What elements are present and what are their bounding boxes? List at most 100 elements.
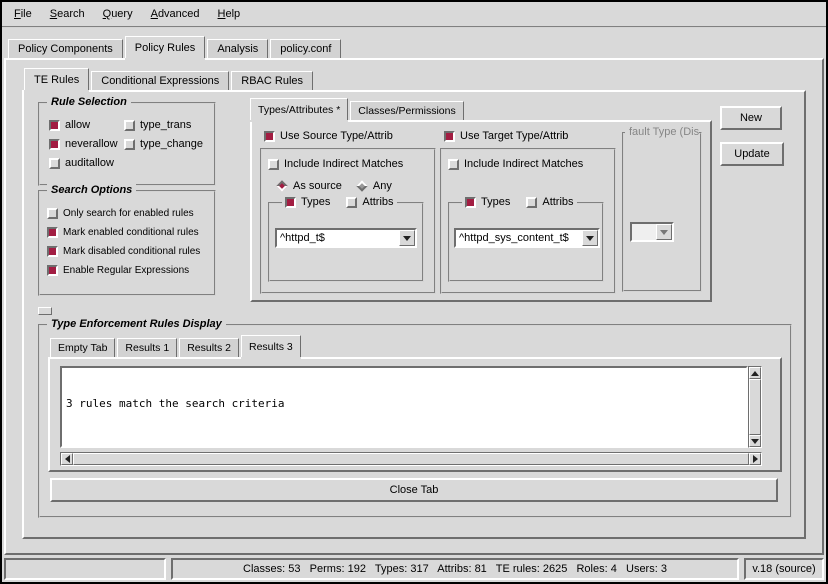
results-summary: 3 rules match the search criteria bbox=[66, 397, 742, 411]
radio-icon bbox=[346, 197, 357, 208]
tab-results-3[interactable]: Results 3 bbox=[241, 335, 301, 357]
search-options-title: Search Options bbox=[47, 184, 136, 196]
close-tab-button[interactable]: Close Tab bbox=[50, 478, 778, 502]
checkbox-icon bbox=[444, 131, 455, 142]
tab-policy-conf[interactable]: policy.conf bbox=[270, 39, 341, 58]
chevron-down-icon bbox=[660, 230, 668, 235]
checkbox-include-indirect-source[interactable]: Include Indirect Matches bbox=[268, 158, 403, 170]
checkbox-icon bbox=[448, 159, 459, 170]
main-tab-bar: Policy Components Policy Rules Analysis … bbox=[8, 39, 343, 58]
checkbox-label: auditallow bbox=[65, 157, 114, 169]
vertical-scrollbar-thumb[interactable] bbox=[749, 379, 761, 435]
menu-advanced[interactable]: Advanced bbox=[151, 8, 200, 20]
checkbox-icon bbox=[124, 120, 135, 131]
dropdown-arrow-button[interactable] bbox=[582, 230, 598, 246]
radio-attribs-target[interactable]: Attribs bbox=[526, 196, 573, 208]
checkbox-use-source-type[interactable]: Use Source Type/Attrib bbox=[264, 130, 393, 142]
rules-tab-bar: TE Rules Conditional Expressions RBAC Ru… bbox=[24, 71, 315, 90]
update-button[interactable]: Update bbox=[720, 142, 784, 166]
results-horizontal-scrollbar[interactable] bbox=[60, 452, 762, 466]
scroll-right-button[interactable] bbox=[749, 453, 761, 465]
tab-rbac-rules[interactable]: RBAC Rules bbox=[231, 71, 313, 90]
tab-types-attributes[interactable]: Types/Attributes * bbox=[250, 98, 348, 120]
policy-rules-page: TE Rules Conditional Expressions RBAC Ru… bbox=[4, 58, 824, 555]
tab-results-1[interactable]: Results 1 bbox=[117, 338, 177, 357]
checkbox-icon bbox=[49, 139, 60, 150]
tab-policy-components[interactable]: Policy Components bbox=[8, 39, 123, 58]
checkbox-icon bbox=[264, 131, 275, 142]
checkbox-only-enabled-rules[interactable]: Only search for enabled rules bbox=[47, 208, 200, 219]
radio-types-target[interactable]: Types bbox=[465, 196, 510, 208]
checkbox-icon bbox=[47, 208, 58, 219]
results-group-title: Type Enforcement Rules Display bbox=[47, 318, 226, 330]
new-button[interactable]: New bbox=[720, 106, 782, 130]
checkbox-icon bbox=[47, 265, 58, 276]
status-bar: Classes: 53 Perms: 192 Types: 317 Attrib… bbox=[4, 558, 824, 580]
default-type-title: fault Type (Disa bbox=[625, 126, 699, 138]
tab-classes-permissions[interactable]: Classes/Permissions bbox=[350, 101, 463, 120]
menu-file[interactable]: File bbox=[14, 8, 32, 20]
results-vertical-scrollbar[interactable] bbox=[748, 366, 762, 448]
checkbox-label: Use Target Type/Attrib bbox=[460, 130, 568, 142]
results-text[interactable]: 3 rules match the search criteria (5822)… bbox=[60, 366, 748, 448]
sash-handle[interactable] bbox=[38, 307, 52, 315]
menu-search[interactable]: Search bbox=[50, 8, 85, 20]
checkbox-label: type_change bbox=[140, 138, 203, 150]
tab-analysis[interactable]: Analysis bbox=[207, 39, 268, 58]
search-options-list: Only search for enabled rules Mark enabl… bbox=[47, 208, 200, 276]
checkbox-label: Enable Regular Expressions bbox=[63, 265, 189, 276]
menu-help[interactable]: Help bbox=[218, 8, 241, 20]
radio-types-source[interactable]: Types bbox=[285, 196, 330, 208]
tab-policy-rules[interactable]: Policy Rules bbox=[125, 36, 206, 58]
checkbox-neverallow[interactable]: neverallow bbox=[49, 138, 118, 150]
horizontal-scrollbar-thumb[interactable] bbox=[73, 453, 749, 465]
checkbox-label: Mark disabled conditional rules bbox=[63, 246, 200, 257]
target-type-combobox[interactable]: ^httpd_sys_content_t$ bbox=[454, 228, 600, 248]
source-type-combobox[interactable]: ^httpd_t$ bbox=[275, 228, 417, 248]
radio-label: Attribs bbox=[542, 196, 573, 208]
chevron-down-icon bbox=[403, 236, 411, 241]
checkbox-mark-disabled-conditional[interactable]: Mark disabled conditional rules bbox=[47, 246, 200, 257]
radio-icon bbox=[356, 180, 367, 191]
combobox-value: ^httpd_sys_content_t$ bbox=[456, 230, 582, 246]
checkbox-allow[interactable]: allow bbox=[49, 119, 118, 131]
rule-selection-col1: allow neverallow auditallow bbox=[49, 119, 118, 169]
target-types-attribs-group: Types Attribs ^httpd_sys_content_t$ bbox=[448, 202, 604, 282]
menu-query[interactable]: Query bbox=[103, 8, 133, 20]
checkbox-auditallow[interactable]: auditallow bbox=[49, 157, 118, 169]
tab-empty[interactable]: Empty Tab bbox=[50, 338, 115, 357]
radio-label: Any bbox=[373, 180, 392, 192]
scroll-up-button[interactable] bbox=[749, 367, 761, 379]
tab-conditional-expressions[interactable]: Conditional Expressions bbox=[91, 71, 229, 90]
tab-te-rules[interactable]: TE Rules bbox=[24, 68, 89, 90]
checkbox-use-target-type[interactable]: Use Target Type/Attrib bbox=[444, 130, 568, 142]
radio-attribs-source[interactable]: Attribs bbox=[346, 196, 393, 208]
checkbox-icon bbox=[47, 246, 58, 257]
dropdown-arrow-button[interactable] bbox=[399, 230, 415, 246]
radio-any[interactable]: Any bbox=[356, 180, 392, 192]
combobox-value bbox=[632, 224, 656, 240]
checkbox-label: Mark enabled conditional rules bbox=[63, 227, 199, 238]
checkbox-include-indirect-target[interactable]: Include Indirect Matches bbox=[448, 158, 583, 170]
target-types-attribs-radios: Types Attribs bbox=[462, 196, 577, 208]
criteria-tab-bar: Types/Attributes * Classes/Permissions bbox=[250, 101, 466, 120]
scroll-left-button[interactable] bbox=[61, 453, 73, 465]
radio-label: As source bbox=[293, 180, 342, 192]
checkbox-mark-enabled-conditional[interactable]: Mark enabled conditional rules bbox=[47, 227, 200, 238]
checkbox-label: Use Source Type/Attrib bbox=[280, 130, 393, 142]
arrow-left-icon bbox=[65, 455, 70, 463]
checkbox-label: Include Indirect Matches bbox=[284, 158, 403, 170]
rule-selection-title: Rule Selection bbox=[47, 96, 131, 108]
radio-label: Types bbox=[301, 196, 330, 208]
checkbox-label: neverallow bbox=[65, 138, 118, 150]
checkbox-type-trans[interactable]: type_trans bbox=[124, 119, 203, 131]
source-types-attribs-group: Types Attribs ^httpd_t$ bbox=[268, 202, 424, 282]
checkbox-icon bbox=[47, 227, 58, 238]
checkbox-enable-regex[interactable]: Enable Regular Expressions bbox=[47, 265, 200, 276]
checkbox-label: Only search for enabled rules bbox=[63, 208, 194, 219]
radio-as-source[interactable]: As source bbox=[276, 180, 342, 192]
scroll-down-button[interactable] bbox=[749, 435, 761, 447]
tab-results-2[interactable]: Results 2 bbox=[179, 338, 239, 357]
radio-icon bbox=[465, 197, 476, 208]
checkbox-type-change[interactable]: type_change bbox=[124, 138, 203, 150]
